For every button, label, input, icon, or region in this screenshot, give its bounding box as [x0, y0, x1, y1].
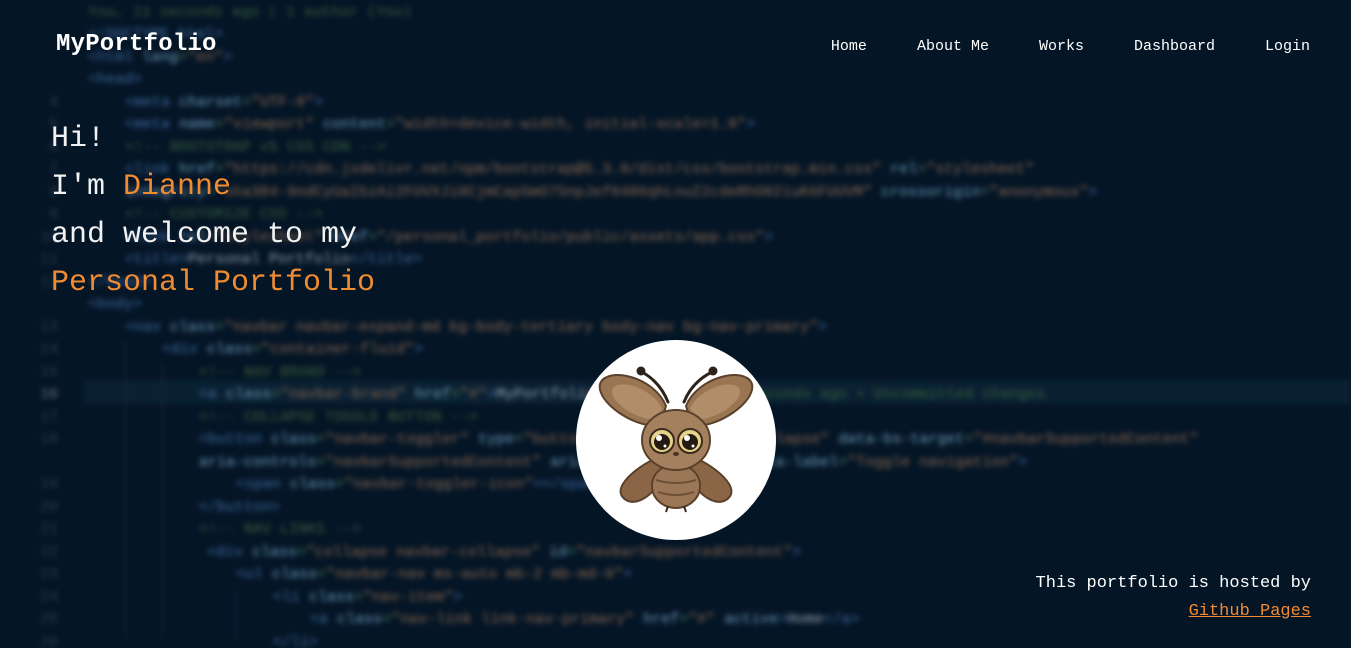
hosting-note-text: This portfolio is hosted by — [1035, 574, 1311, 593]
hero-portfolio-title: Personal Portfolio — [51, 266, 376, 300]
hero-welcome: and welcome to my — [51, 218, 358, 252]
hero-name: Dianne — [123, 170, 232, 204]
nav-link-home[interactable]: Home — [831, 38, 867, 56]
profile-avatar — [576, 340, 776, 540]
background-vignette — [0, 0, 1351, 648]
hero-heading: Hi! I'm Dianne and welcome to my Persona… — [51, 115, 375, 307]
nav-link-dashboard[interactable]: Dashboard — [1134, 38, 1215, 56]
main-nav: Home About Me Works Dashboard Login — [831, 38, 1310, 56]
hero-intro-line: I'm Dianne — [51, 163, 375, 211]
hosting-note: This portfolio is hosted by Github Pages — [1036, 570, 1311, 626]
nav-link-login[interactable]: Login — [1265, 38, 1310, 56]
nav-link-about-me[interactable]: About Me — [917, 38, 989, 56]
code-background: You, 11 seconds ago | 1 author (You) <!D… — [0, 0, 1351, 648]
moth-mascot-icon — [598, 366, 754, 513]
hero-im-text: I'm — [51, 170, 124, 204]
navbar-brand[interactable]: MyPortfolio — [56, 31, 217, 58]
nav-link-works[interactable]: Works — [1039, 38, 1084, 56]
portfolio-page: You, 11 seconds ago | 1 author (You) <!D… — [0, 0, 1351, 648]
github-pages-link[interactable]: Github Pages — [1189, 602, 1311, 621]
hero-greeting: Hi! — [51, 122, 106, 156]
